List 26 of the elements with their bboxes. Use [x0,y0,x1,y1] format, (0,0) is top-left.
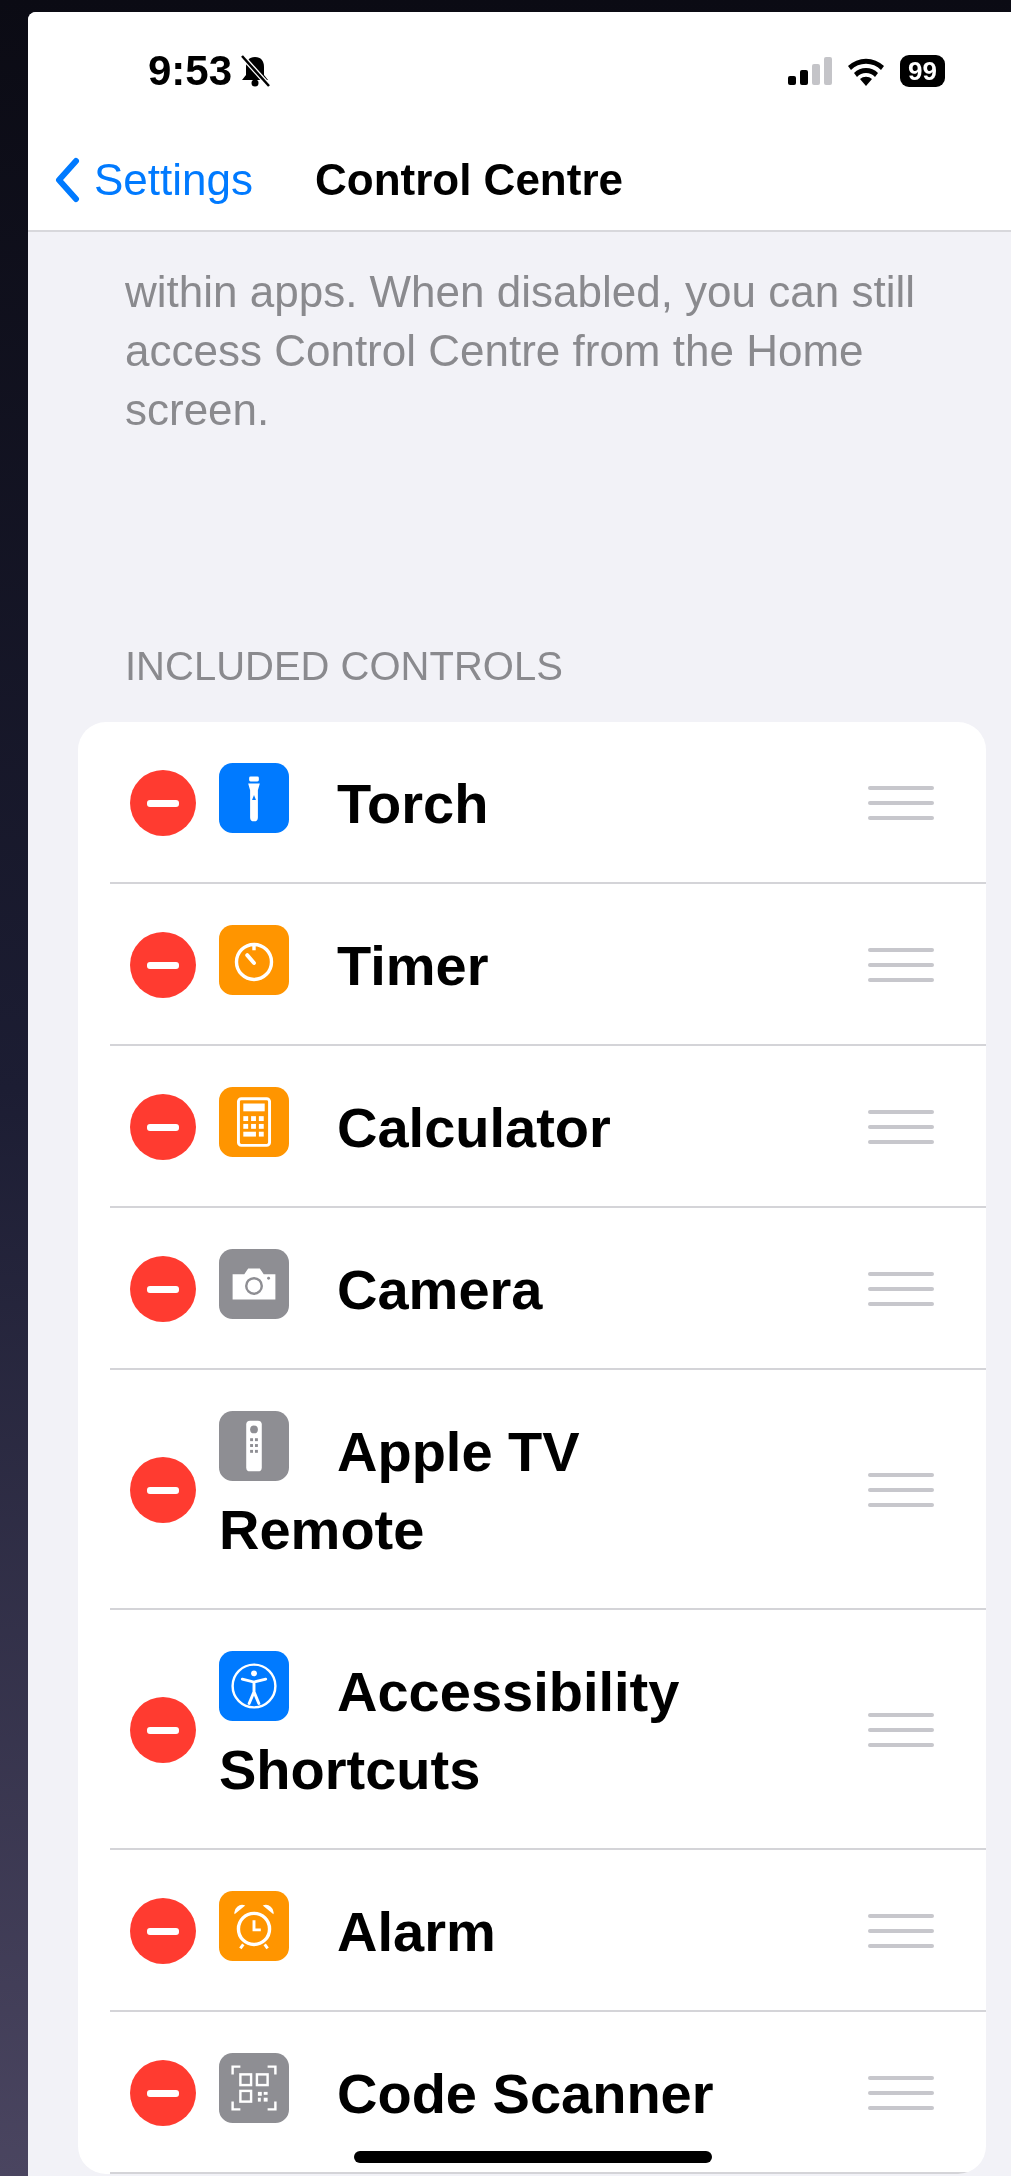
control-name: Camera [337,1258,543,1321]
drag-handle-icon[interactable] [868,1108,934,1146]
drag-handle-icon[interactable] [868,1711,934,1749]
signal-icon [788,57,833,85]
control-name: Code Scanner [337,2062,714,2125]
wifi-icon [846,56,887,86]
drag-handle-icon[interactable] [868,1912,934,1950]
control-name: Apple TV Remote [219,1420,580,1561]
status-time: 9:53 [148,47,233,95]
control-name: Accessibility Shortcuts [219,1660,680,1801]
battery-indicator: 99 [900,55,945,87]
control-name: Alarm [337,1900,496,1963]
control-name: Timer [337,934,489,997]
page-title: Control Centre [315,155,623,205]
muted-bell-icon [238,53,273,89]
drag-handle-icon[interactable] [868,1270,934,1308]
back-button[interactable]: Settings [54,155,253,205]
description-text: within apps. When disabled, you can still access Control Centre from the Home screen. [125,266,916,436]
control-name: Calculator [337,1096,611,1159]
drag-handle-icon[interactable] [868,784,934,822]
drag-handle-icon[interactable] [868,1471,934,1509]
drag-handle-icon[interactable] [868,2074,934,2112]
chevron-left-icon [54,157,80,203]
drag-handle-icon[interactable] [868,946,934,984]
control-name: Torch [337,772,489,835]
section-header: INCLUDED CONTROLS [125,643,564,690]
